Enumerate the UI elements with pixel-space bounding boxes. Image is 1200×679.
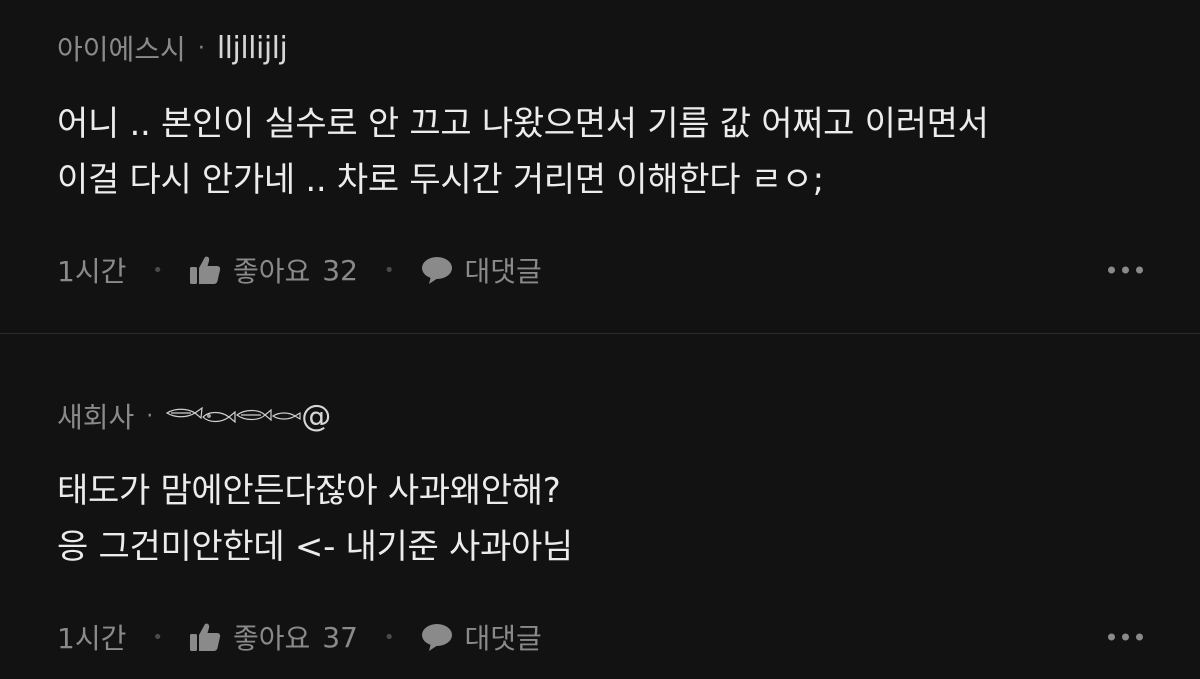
like-count: 32 xyxy=(322,253,358,287)
more-options-button[interactable] xyxy=(1108,633,1143,641)
thumbs-up-icon xyxy=(189,255,221,285)
comment-time: 1시간 xyxy=(57,622,127,655)
thumbs-up-icon xyxy=(189,622,221,652)
comment-time: 1시간 xyxy=(57,255,127,288)
reply-label: 대댓글 xyxy=(464,622,542,655)
comment-body: 태도가 맘에안든다잖아 사과왜안해? 응 그건미안한데 <- 내기준 사과아님 xyxy=(57,463,573,575)
reply-label: 대댓글 xyxy=(464,255,542,288)
more-dots-icon xyxy=(1108,266,1115,274)
comment-nickname[interactable]: 아이에스시 xyxy=(57,28,186,68)
fish-doodle-signature[interactable] xyxy=(165,405,301,427)
speech-bubble-icon xyxy=(421,255,453,285)
action-separator: • xyxy=(152,626,163,648)
username-suffix: @ xyxy=(301,398,331,434)
speech-bubble-icon xyxy=(421,622,453,652)
like-count: 37 xyxy=(322,620,358,654)
comment-item: 아이에스시 · lljllijlj 어니 .. 본인이 실수로 안 끄고 나왔으… xyxy=(0,0,1200,333)
comment-meta: 새회사 · @ xyxy=(57,396,331,436)
meta-separator: · xyxy=(146,403,154,429)
more-dots-icon xyxy=(1122,266,1129,274)
like-button[interactable]: 좋아요 32 xyxy=(189,250,358,290)
like-button[interactable]: 좋아요 37 xyxy=(189,617,358,657)
more-dots-icon xyxy=(1122,633,1129,641)
action-separator: • xyxy=(383,626,395,648)
more-dots-icon xyxy=(1136,266,1143,274)
like-label: 좋아요 xyxy=(232,255,311,288)
action-separator: • xyxy=(383,259,395,281)
comment-actions: 1시간 • 좋아요 37 • 대댓글 xyxy=(57,617,1143,657)
more-options-button[interactable] xyxy=(1108,266,1143,274)
reply-button[interactable]: 대댓글 xyxy=(421,617,542,657)
comment-meta: 아이에스시 · lljllijlj xyxy=(57,28,288,68)
comment-actions: 1시간 • 좋아요 32 • 대댓글 xyxy=(57,250,1143,290)
comment-item: 새회사 · @ 태도가 맘에안든다잖아 사과왜안해? 응 그건미안한데 <- 내… xyxy=(0,334,1200,679)
comment-line: 이걸 다시 안가네 .. 차로 두시간 거리면 이해한다 ㄹㅇ; xyxy=(57,160,824,200)
more-dots-icon xyxy=(1108,633,1115,641)
comment-line: 어니 .. 본인이 실수로 안 끄고 나왔으면서 기름 값 어쩌고 이러면서 xyxy=(57,104,989,144)
comment-username[interactable]: lljllijlj xyxy=(217,31,288,66)
comment-line: 태도가 맘에안든다잖아 사과왜안해? xyxy=(57,471,561,511)
more-dots-icon xyxy=(1136,633,1143,641)
action-separator: • xyxy=(152,259,163,281)
comment-line: 응 그건미안한데 <- 내기준 사과아님 xyxy=(57,527,573,567)
like-label: 좋아요 xyxy=(232,622,311,655)
reply-button[interactable]: 대댓글 xyxy=(421,250,542,290)
comment-body: 어니 .. 본인이 실수로 안 끄고 나왔으면서 기름 값 어쩌고 이러면서 이… xyxy=(57,96,989,208)
comment-nickname[interactable]: 새회사 xyxy=(57,396,134,436)
meta-separator: · xyxy=(197,35,205,61)
